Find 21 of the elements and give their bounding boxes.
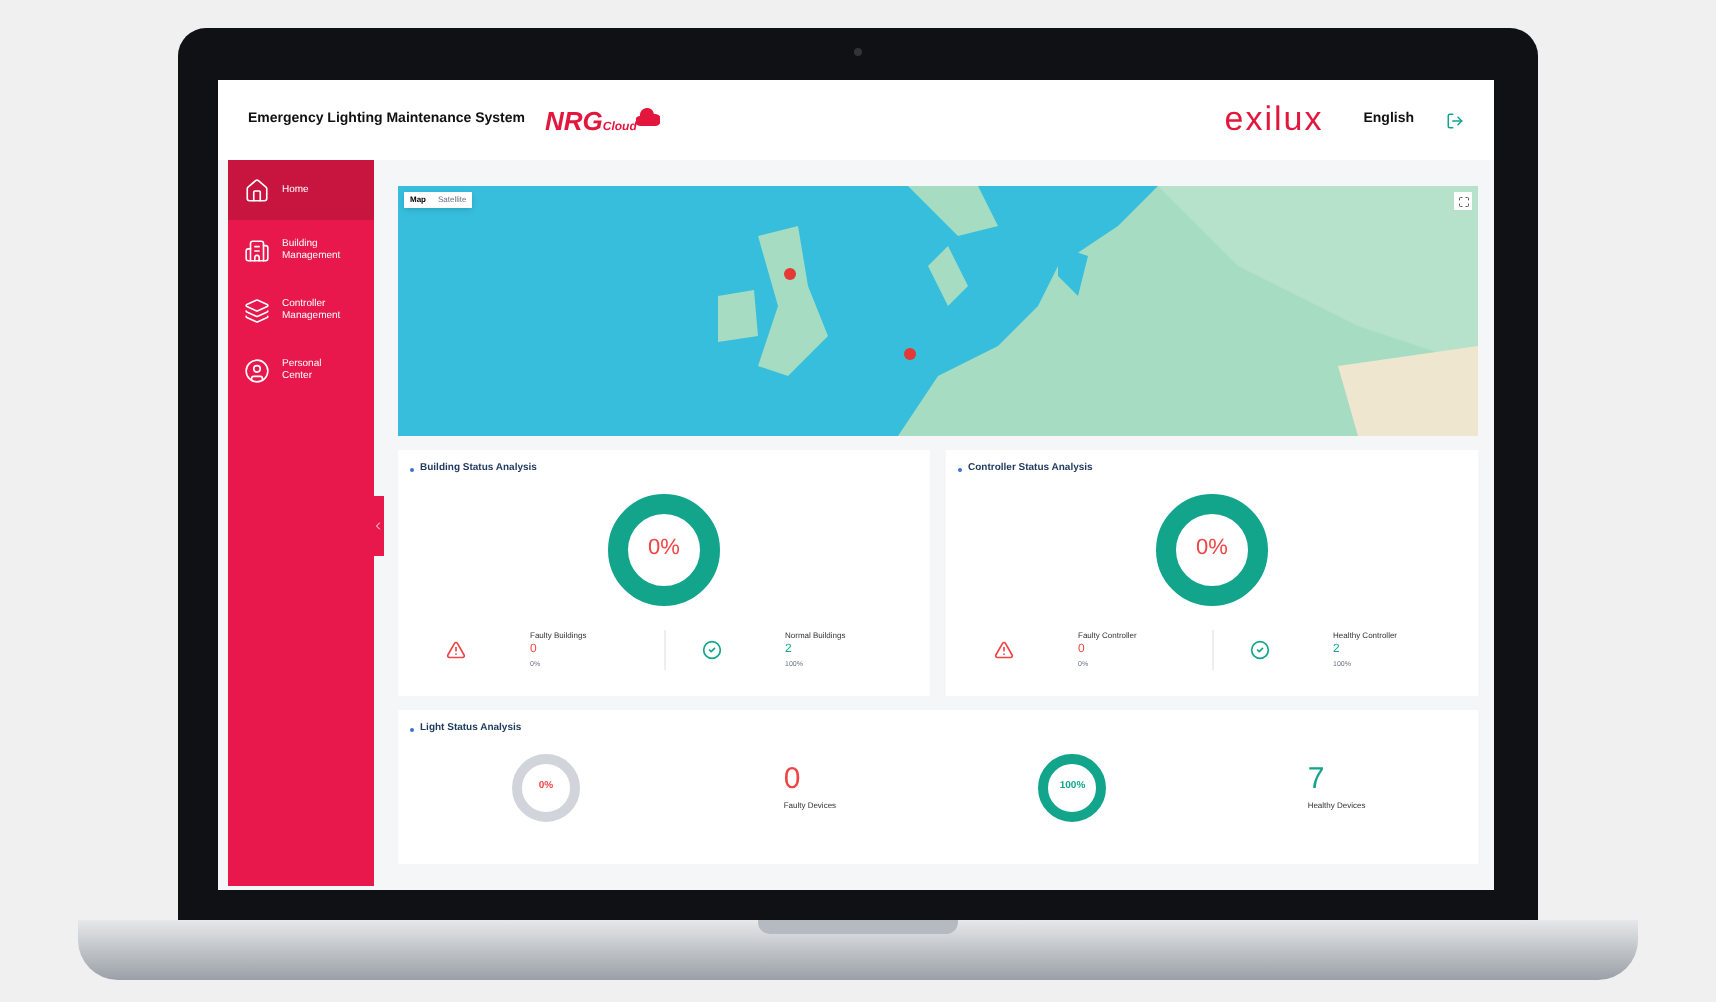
device-count: 7 [1307,763,1327,793]
chevron-left-icon [372,520,384,532]
donut-ring [608,493,720,605]
donut-label: 0% [1196,534,1228,565]
brand-logo: exilux [1224,98,1324,143]
fullscreen-button[interactable] [1454,192,1472,210]
camera-icon [854,48,862,56]
warning-icon [994,639,1014,660]
check-circle-icon [1249,639,1269,660]
donut-ring [511,753,580,821]
donut-ring [1038,753,1107,821]
sidebar-icon [244,297,270,323]
check-circle-icon [701,639,721,660]
sidebar-icon [244,237,270,263]
donut-label: 0% [648,534,680,565]
device-count: 0 [783,763,803,793]
warning-icon [446,639,466,660]
sidebar-icon [244,177,270,203]
donut-ring [1156,493,1268,605]
sidebar-icon [244,357,270,383]
logout-icon[interactable] [1446,111,1464,129]
